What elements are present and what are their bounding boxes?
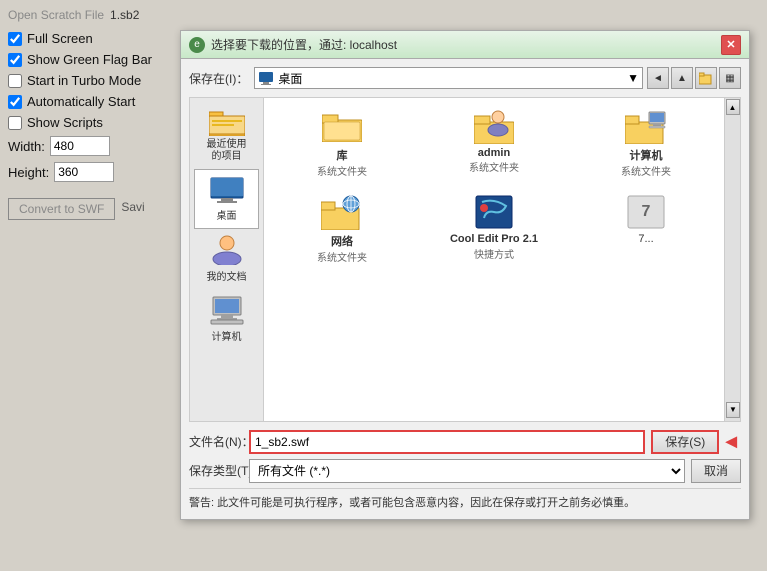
- file-item-library[interactable]: 库 系统文件夹: [268, 102, 416, 184]
- sidebar-item-recent[interactable]: 最近使用的项目: [194, 102, 259, 169]
- save-arrow-indicator: ◄: [721, 432, 741, 452]
- sidebar-icons: 最近使用的项目 桌面: [189, 97, 264, 422]
- documents-icon: [209, 235, 245, 265]
- file-item-network[interactable]: 网络 系统文件夹: [268, 188, 416, 270]
- turbo-checkbox[interactable]: [8, 74, 22, 88]
- computer-icon: [209, 295, 245, 325]
- save-location-row: 保存在(I)： 桌面 ▼ ◄ ▲ ▦: [189, 67, 741, 89]
- file-item-admin[interactable]: admin 系统文件夹: [420, 102, 568, 184]
- dialog-title: 选择要下载的位置，通过: localhost: [211, 36, 397, 53]
- full-screen-label: Full Screen: [27, 31, 93, 46]
- svg-text:7: 7: [642, 203, 651, 220]
- file-item-cooledit[interactable]: Cool Edit Pro 2.1 快捷方式: [420, 188, 568, 270]
- admin-type: 系统文件夹: [469, 159, 519, 174]
- auto-start-option: Automatically Start: [8, 91, 177, 112]
- desktop-icon: [258, 71, 274, 85]
- dialog-close-button[interactable]: ✕: [721, 35, 741, 55]
- content-area: 最近使用的项目 桌面: [189, 97, 741, 422]
- nav-new-folder-button[interactable]: [695, 67, 717, 89]
- filename-input[interactable]: [249, 430, 645, 454]
- green-flag-option: Show Green Flag Bar: [8, 49, 177, 70]
- sidebar-recent-label: 最近使用的项目: [207, 139, 247, 163]
- filename-label: 1.sb2: [110, 8, 139, 22]
- saving-text: Savi: [121, 200, 144, 214]
- nav-view-button[interactable]: ▦: [719, 67, 741, 89]
- full-screen-option: Full Screen: [8, 28, 177, 49]
- filetype-label: 保存类型(T)：: [189, 462, 249, 479]
- file-item-computer-folder[interactable]: 计算机 系统文件夹: [572, 102, 720, 184]
- dialog-icon: e: [189, 37, 205, 53]
- sidebar-desktop-label: 桌面: [217, 207, 237, 222]
- left-panel: Open Scratch File 1.sb2 Full Screen Show…: [0, 0, 185, 571]
- admin-icon: [470, 108, 518, 144]
- dialog-body: 保存在(I)： 桌面 ▼ ◄ ▲ ▦: [181, 59, 749, 519]
- convert-button[interactable]: Convert to SWF: [8, 198, 115, 220]
- auto-start-label: Automatically Start: [27, 94, 135, 109]
- width-input[interactable]: [50, 136, 110, 156]
- computer-folder-icon: [622, 108, 670, 144]
- file-list: 库 系统文件夹 admin: [264, 97, 741, 422]
- height-input[interactable]: [54, 162, 114, 182]
- filename-row: 文件名(N)： 保存(S) ◄: [189, 430, 741, 454]
- network-name: 网络: [331, 233, 353, 249]
- filename-label: 文件名(N)：: [189, 433, 249, 450]
- file-item-other[interactable]: 7 7...: [572, 188, 720, 270]
- cooledit-name: Cool Edit Pro 2.1: [450, 233, 538, 246]
- file-grid: 库 系统文件夹 admin: [268, 102, 736, 270]
- sidebar-item-desktop[interactable]: 桌面: [194, 169, 259, 229]
- open-file-menu[interactable]: Open Scratch File: [8, 8, 104, 22]
- dialog-title-left: e 选择要下载的位置，通过: localhost: [189, 36, 397, 53]
- admin-name: admin: [478, 147, 510, 159]
- cooledit-icon: [470, 194, 518, 230]
- nav-buttons: ◄ ▲ ▦: [647, 67, 741, 89]
- scrollbar[interactable]: ▲ ▼: [724, 98, 740, 421]
- save-location-value: 桌面: [278, 70, 302, 87]
- library-name: 库: [337, 147, 348, 163]
- library-icon: [318, 108, 366, 144]
- width-field-row: Width:: [8, 133, 177, 159]
- network-type: 系统文件夹: [317, 249, 367, 264]
- sidebar-computer-label: 计算机: [212, 328, 242, 343]
- show-scripts-label: Show Scripts: [27, 115, 103, 130]
- cooledit-type: 快捷方式: [474, 246, 514, 261]
- show-scripts-checkbox[interactable]: [8, 116, 22, 130]
- nav-back-button[interactable]: ◄: [647, 67, 669, 89]
- dialog-titlebar: e 选择要下载的位置，通过: localhost ✕: [181, 31, 749, 59]
- save-location-label: 保存在(I)：: [189, 70, 248, 87]
- other-icon: 7: [622, 194, 670, 230]
- network-icon-large: [318, 194, 366, 230]
- sidebar-documents-label: 我的文档: [207, 268, 247, 283]
- dropdown-arrow: ▼: [627, 71, 639, 85]
- turbo-option: Start in Turbo Mode: [8, 70, 177, 91]
- save-button[interactable]: 保存(S): [651, 430, 719, 454]
- width-label: Width:: [8, 139, 45, 154]
- height-field-row: Height:: [8, 159, 177, 185]
- library-type: 系统文件夹: [317, 163, 367, 178]
- full-screen-checkbox[interactable]: [8, 32, 22, 46]
- computer-folder-name: 计算机: [630, 147, 663, 163]
- green-flag-label: Show Green Flag Bar: [27, 52, 152, 67]
- sidebar-item-documents[interactable]: 我的文档: [194, 229, 259, 289]
- green-flag-checkbox[interactable]: [8, 53, 22, 67]
- height-label: Height:: [8, 165, 49, 180]
- save-dialog: e 选择要下载的位置，通过: localhost ✕ 保存在(I)： 桌面 ▼ …: [180, 30, 750, 520]
- new-folder-icon: [699, 71, 713, 85]
- other-name: 7...: [638, 233, 653, 245]
- warning-text: 警告: 此文件可能是可执行程序，或者可能包含恶意内容，因此在保存或打开之前务必慎…: [189, 488, 741, 512]
- cancel-button[interactable]: 取消: [691, 459, 741, 483]
- sidebar-item-computer[interactable]: 计算机: [194, 289, 259, 349]
- save-location-dropdown[interactable]: 桌面 ▼: [254, 67, 643, 89]
- filetype-row: 保存类型(T)： 所有文件 (*.*) 取消: [189, 459, 741, 483]
- desktop-icon-large: [209, 176, 245, 204]
- computer-folder-type: 系统文件夹: [621, 163, 671, 178]
- auto-start-checkbox[interactable]: [8, 95, 22, 109]
- menu-bar: Open Scratch File 1.sb2: [8, 5, 177, 28]
- nav-up-button[interactable]: ▲: [671, 67, 693, 89]
- bottom-rows: 文件名(N)： 保存(S) ◄ 保存类型(T)： 所有文件 (*.*) 取消 警…: [189, 430, 741, 512]
- show-scripts-option: Show Scripts: [8, 112, 177, 133]
- recent-icon: [209, 108, 245, 136]
- filetype-select[interactable]: 所有文件 (*.*): [249, 459, 685, 483]
- turbo-label: Start in Turbo Mode: [27, 73, 141, 88]
